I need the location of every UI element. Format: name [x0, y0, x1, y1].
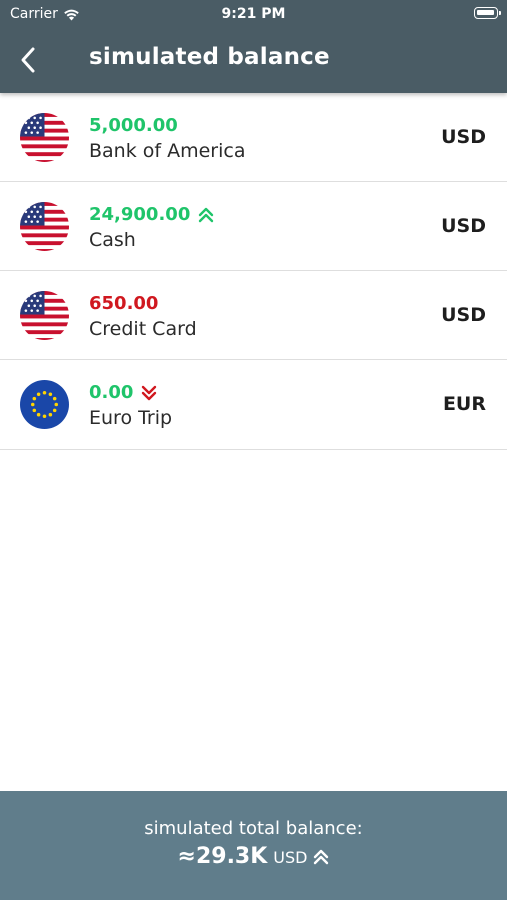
account-amount: 5,000.00	[89, 115, 178, 136]
total-balance-label: simulated total balance:	[144, 818, 363, 839]
total-balance-value: ≈29.3K	[177, 844, 268, 869]
account-amount: 24,900.00	[89, 204, 191, 225]
status-time: 9:21 PM	[221, 6, 286, 22]
double-chevron-up-icon	[199, 207, 214, 222]
total-balance-currency: USD	[273, 848, 308, 867]
account-row-credit-card[interactable]: 650.00 Credit Card USD	[0, 271, 507, 360]
amount-line: 5,000.00	[89, 115, 178, 136]
account-row-cash[interactable]: 24,900.00 Cash USD	[0, 182, 507, 271]
amount-line: 0.00	[89, 382, 157, 403]
account-list: 5,000.00 Bank of America USD 24,900.00 C…	[0, 93, 507, 450]
amount-line: 24,900.00	[89, 204, 214, 225]
double-chevron-down-icon	[142, 385, 157, 400]
back-button[interactable]	[14, 45, 44, 75]
us-flag-icon	[20, 202, 69, 251]
double-chevron-up-icon	[314, 849, 329, 864]
total-balance-footer: simulated total balance: ≈29.3K USD	[0, 791, 507, 900]
amount-line: 650.00	[89, 293, 158, 314]
account-currency: USD	[441, 304, 486, 326]
battery-icon	[474, 7, 501, 19]
us-flag-icon	[20, 113, 69, 162]
account-currency: EUR	[442, 393, 486, 415]
status-bar: Carrier 9:21 PM	[0, 0, 507, 28]
account-currency: USD	[441, 215, 486, 237]
account-name: Bank of America	[89, 140, 246, 162]
account-row-bank-of-america[interactable]: 5,000.00 Bank of America USD	[0, 93, 507, 182]
account-name: Credit Card	[89, 318, 197, 340]
account-name: Cash	[89, 229, 136, 251]
account-currency: USD	[441, 126, 486, 148]
us-flag-icon	[20, 291, 69, 340]
page-title: simulated balance	[89, 44, 330, 70]
chevron-left-icon	[21, 47, 35, 73]
account-amount: 650.00	[89, 293, 159, 314]
eu-flag-icon	[20, 380, 69, 429]
total-balance: ≈29.3K USD	[0, 844, 507, 869]
app-header: Carrier 9:21 PM simulated balance	[0, 0, 507, 93]
account-amount: 0.00	[89, 382, 134, 403]
account-name: Euro Trip	[89, 407, 173, 429]
account-row-euro-trip[interactable]: 0.00 Euro Trip EUR	[0, 360, 507, 450]
